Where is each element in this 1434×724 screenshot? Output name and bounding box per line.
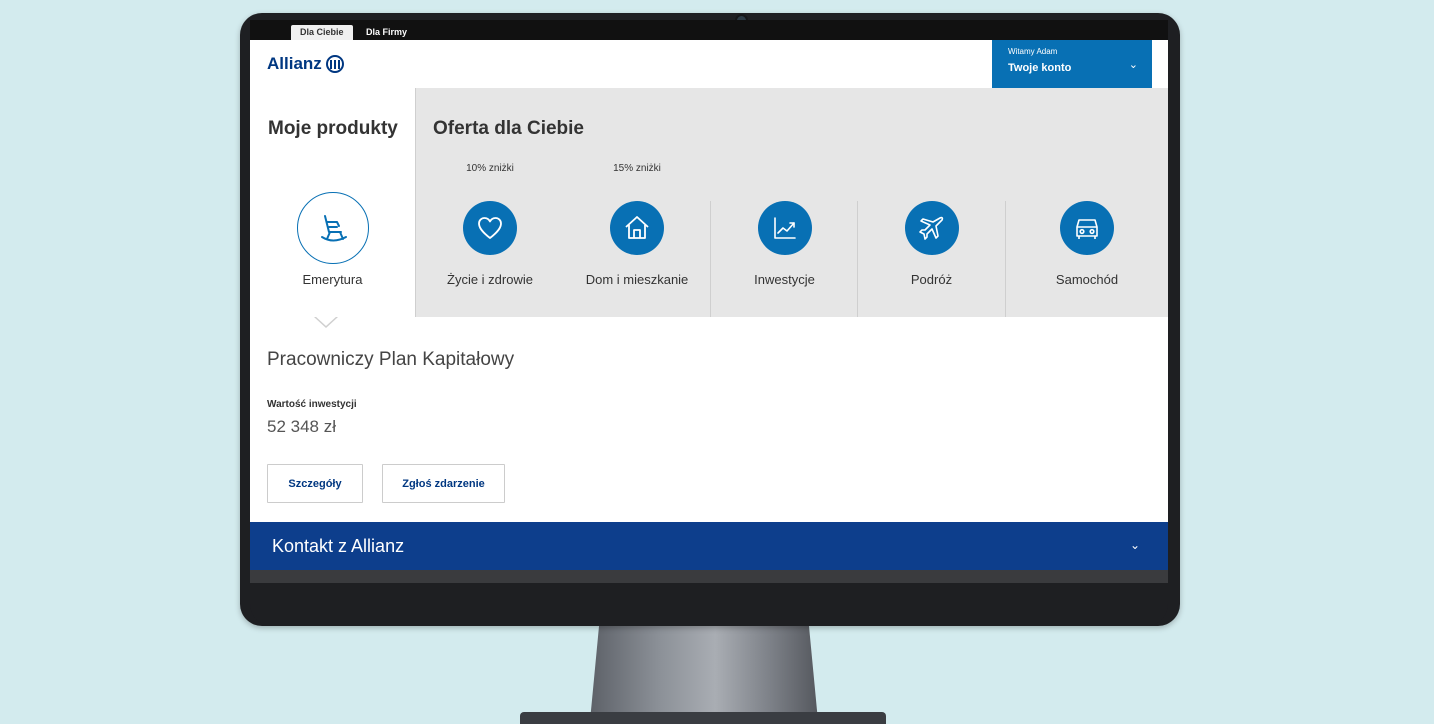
chart-icon [757,201,812,255]
account-greeting: Witamy Adam [1008,47,1058,56]
monitor-stand [590,625,818,721]
report-claim-button[interactable]: Zgłoś zdarzenie [382,464,505,503]
offer-inwestycje[interactable]: Inwestycje [711,88,858,317]
account-menu[interactable]: Witamy Adam Twoje konto ⌄ [992,40,1152,88]
monitor-chin [250,581,1168,626]
heart-icon [463,201,517,255]
house-icon [610,201,664,255]
chevron-down-icon: ⌄ [1129,538,1140,552]
my-products: Moje produkty Emerytura [250,88,416,317]
monitor: Dla Ciebie Dla Firmy Allianz Witamy Adam… [240,13,1180,626]
monitor-stand-base [520,712,886,724]
tab-dla-firmy[interactable]: Dla Firmy [357,25,416,40]
offer-samochod[interactable]: Samochód [1006,88,1168,317]
investment-value: 52 348 zł [267,417,336,436]
offer-name: Inwestycje [754,272,815,287]
product-name: Emerytura [302,272,363,287]
account-label: Twoje konto [1008,62,1072,74]
offer-podroz[interactable]: Podróż [858,88,1005,317]
details-button[interactable]: Szczegóły [267,464,363,503]
offer-zycie-i-zdrowie[interactable]: 10% zniżki Życie i zdrowie [416,88,564,317]
discount-label: 10% zniżki [466,163,514,174]
offer-name: Dom i mieszkanie [585,272,689,287]
offer-name: Samochód [1055,272,1119,287]
rocking-chair-icon [296,192,369,264]
screen: Dla Ciebie Dla Firmy Allianz Witamy Adam… [250,20,1168,583]
offer-name: Podróż [910,272,953,287]
airplane-icon [904,201,959,255]
top-tab-bar: Dla Ciebie Dla Firmy [250,20,1168,40]
footer-strip [250,570,1168,583]
allianz-logo-icon [325,55,344,73]
offer-name: Życie i zdrowie [447,272,533,287]
selected-pointer-fill [315,316,337,326]
products-panel: Moje produkty Emerytura Oferta dla Ciebi… [250,88,1168,317]
product-detail-title: Pracowniczy Plan Kapitałowy [267,349,515,370]
allianz-logo[interactable]: Allianz [267,54,344,74]
header: Allianz Witamy Adam Twoje konto ⌄ [250,40,1168,88]
contact-accordion[interactable]: Kontakt z Allianz ⌄ [250,522,1168,570]
investment-value-label: Wartość inwestycji [267,399,357,410]
car-icon [1060,201,1114,255]
offer-dom-i-mieszkanie[interactable]: 15% zniżki Dom i mieszkanie [564,88,710,317]
brand-name: Allianz [267,54,322,73]
product-emerytura[interactable]: Emerytura [250,88,415,317]
tab-dla-ciebie[interactable]: Dla Ciebie [291,25,353,40]
discount-label: 15% zniżki [613,163,661,174]
chevron-down-icon: ⌄ [1128,59,1138,71]
contact-label: Kontakt z Allianz [272,536,405,556]
